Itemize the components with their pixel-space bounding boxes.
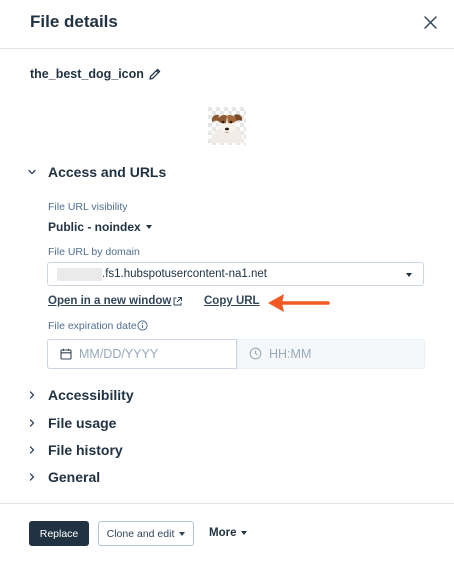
- domain-label: File URL by domain: [48, 246, 140, 258]
- panel-header: File details: [0, 0, 454, 49]
- open-in-new-window-link[interactable]: Open in a new window: [48, 295, 171, 307]
- section-file-history-label: File history: [48, 442, 123, 458]
- section-general-toggle[interactable]: General: [26, 467, 100, 487]
- section-file-history-toggle[interactable]: File history: [26, 440, 123, 460]
- chevron-right-icon: [29, 419, 35, 427]
- chevron-down-icon: [28, 169, 36, 175]
- visibility-label: File URL visibility: [48, 201, 128, 213]
- pencil-icon[interactable]: [148, 67, 162, 81]
- close-icon[interactable]: [420, 12, 442, 34]
- section-file-usage-label: File usage: [48, 415, 117, 431]
- calendar-icon: [60, 348, 72, 360]
- domain-value: .fs1.hubspotusercontent-na1.net: [102, 268, 267, 280]
- caret-down-icon: [179, 531, 186, 536]
- caret-down-icon: [241, 531, 248, 535]
- clock-icon: [249, 347, 262, 360]
- more-label: More: [209, 527, 237, 539]
- visibility-dropdown[interactable]: Public - noindex: [48, 220, 152, 234]
- copy-url-link[interactable]: Copy URL: [204, 295, 260, 307]
- chevron-right-icon: [29, 446, 35, 454]
- info-icon[interactable]: [137, 320, 148, 331]
- date-placeholder: MM/DD/YYYY: [79, 347, 159, 361]
- more-button[interactable]: More: [209, 527, 248, 539]
- file-name: the_best_dog_icon: [30, 67, 144, 81]
- section-accessibility-label: Accessibility: [48, 387, 134, 403]
- file-thumbnail: [208, 107, 246, 145]
- file-details-panel: File details the_best_dog_icon Access an…: [0, 0, 454, 561]
- clone-and-edit-button[interactable]: Clone and edit: [98, 521, 194, 546]
- section-access-urls-toggle[interactable]: Access and URLs: [26, 162, 166, 182]
- expiration-label: File expiration date: [48, 320, 137, 332]
- caret-down-icon: [406, 273, 412, 277]
- section-general-label: General: [48, 469, 101, 485]
- redacted-subdomain: [57, 268, 102, 281]
- clone-and-edit-label: Clone and edit: [106, 527, 175, 540]
- section-access-urls-label: Access and URLs: [48, 164, 167, 180]
- caret-down-icon: [145, 225, 152, 229]
- panel-title: File details: [30, 12, 118, 31]
- expiration-date-input[interactable]: MM/DD/YYYY: [47, 339, 237, 369]
- footer-divider: [0, 503, 454, 504]
- replace-button[interactable]: Replace: [29, 521, 89, 546]
- expiration-time-input[interactable]: HH:MM: [237, 339, 425, 369]
- external-link-icon: [173, 297, 182, 306]
- time-placeholder: HH:MM: [269, 347, 312, 361]
- section-accessibility-toggle[interactable]: Accessibility: [26, 385, 134, 405]
- section-file-usage-toggle[interactable]: File usage: [26, 413, 116, 433]
- chevron-right-icon: [29, 473, 35, 481]
- annotation-arrow-icon: [268, 294, 330, 312]
- visibility-value: Public - noindex: [48, 220, 141, 234]
- chevron-right-icon: [29, 391, 35, 399]
- domain-select[interactable]: .fs1.hubspotusercontent-na1.net: [47, 262, 424, 286]
